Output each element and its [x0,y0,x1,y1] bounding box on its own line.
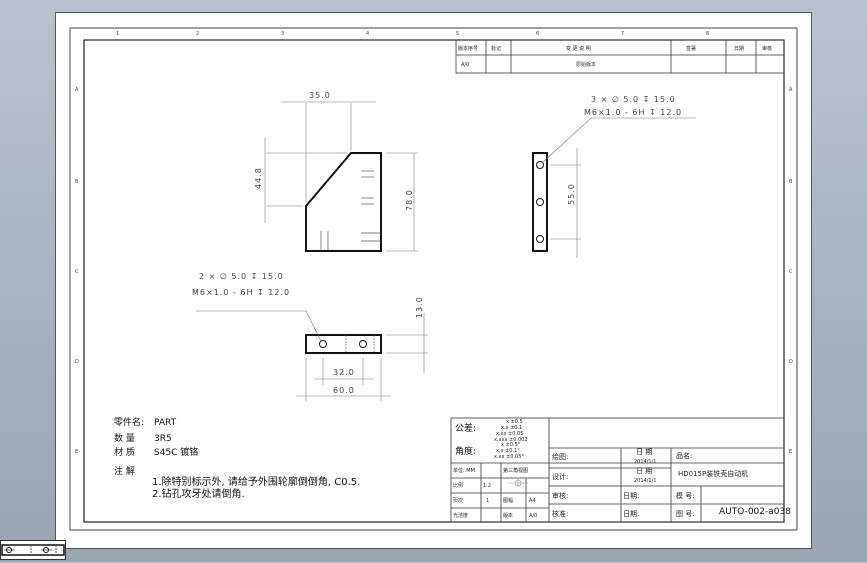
side-view [532,117,696,258]
part-qty-value: 3R5 [154,434,172,444]
border-letters-left: A B C D E [75,87,79,455]
scale-label: 比例 [453,482,463,489]
dim-front-height-total: 78.0 [405,189,414,211]
zone-letter: D [75,359,79,365]
rev-header-version: 版本序号 [458,45,478,52]
zone-letter: C [789,269,793,275]
rev-header-desc: 变 更 说 明 [566,45,591,52]
rev-header-date: 日期 [734,46,744,52]
part-name-label: 零件名: [114,416,144,428]
date-drawn: 2014/1/1 [634,459,656,465]
projection-label: 第三角视图 [503,467,528,474]
drawing-sheet: 1 2 3 4 5 6 7 8 A B C D E A B C D E 版本序号… [55,12,812,549]
zone-letter: A [789,87,793,93]
product-name-value: HD015P装铁壳自动机 [678,469,748,478]
part-name-value: PART [154,418,177,428]
reviewed-by-label: 审核: [552,491,568,500]
product-name-label: 品名: [676,451,692,460]
side-callout-thread: M6×1.0 - 6H ↧ 12.0 [584,108,682,117]
angle-label: 角度: [455,445,476,457]
drawing-number-label: 图 号: [676,510,695,518]
note-1: 1.除特别标示外, 请给予外围轮廓倒倒角, C0.5. [152,475,360,488]
pages-label: 页次 [453,497,463,504]
rev-header-mark: 标记 [491,45,501,52]
revision-table [455,39,785,74]
zone-number: 7 [621,31,624,37]
zone-number: 5 [456,31,459,37]
top-view [196,310,428,401]
finish-label: 光洁度 [453,512,468,519]
pages-value: 1 [486,498,489,504]
zone-number: 4 [366,31,369,37]
zone-number: 8 [706,31,709,37]
size-label: 图幅 [503,497,513,504]
zone-letter: B [75,179,79,185]
front-view [264,101,418,252]
notes-title: 注 解 [114,465,135,477]
dim-top-depth: 13.0 [415,296,424,318]
rev-version-value: A/0 [461,62,469,68]
approved-by-label: 核准: [552,509,568,518]
date-approved-label: 日期: [623,510,639,518]
zone-letter: D [789,359,793,365]
angle-value: x.xx ±0.05° [494,454,524,460]
part-qty-label: 数 量 [114,432,135,444]
dim-top-spacing: 32.0 [333,368,355,377]
designed-by-label: 设计: [552,472,568,481]
top-callout-holes: 2 × ∅ 5.0 ↧ 15.0 [199,272,284,281]
date-reviewed-label: 日期: [623,492,639,500]
version-value: A/0 [529,513,537,519]
side-callout-holes: 3 × ∅ 5.0 ↧ 15.0 [591,95,676,104]
zone-letter: A [75,87,79,93]
view-thumbnail[interactable] [0,540,66,560]
top-callout-thread: M6×1.0 - 6H ↧ 12.0 [192,288,290,297]
drawn-by-label: 绘图: [552,452,568,461]
border-letters-right: A B C D E [789,87,793,455]
date-header-2: 日 期 [636,467,652,475]
projection-symbol [508,479,528,487]
date-header: 日 期 [636,448,652,456]
part-material-label: 材 质 [114,446,135,458]
rev-desc-value: 原始版本 [576,61,596,68]
date-designed: 2014/1/1 [634,478,656,484]
zone-letter: C [75,269,79,275]
zone-letter: E [75,449,78,455]
border-numbers-top: 1 2 3 4 5 6 7 8 [116,31,709,37]
dim-top-length: 60.0 [333,386,355,395]
dim-front-width: 35.0 [309,91,331,100]
zone-letter: E [789,449,792,455]
unit-label: 单位: MM [453,467,475,474]
zone-number: 6 [536,31,539,37]
rev-header-sign: 签署 [686,45,696,52]
note-2: 2.钻孔攻牙处请倒角. [152,487,245,500]
zone-number: 1 [116,31,119,37]
drawing-number-value: AUTO-002-a038 [719,507,791,517]
size-value: A4 [529,498,536,504]
rev-header-review: 审核 [762,45,772,52]
zone-number: 2 [196,31,199,37]
version-label: 版本 [503,512,513,519]
model-label: 模 号: [676,491,695,500]
zone-number: 3 [281,31,284,37]
scale-value: 1:2 [483,483,491,489]
part-material-value: S45C 镀铬 [154,446,198,458]
zone-letter: B [789,179,793,185]
dim-side-height: 55.0 [567,183,576,205]
tolerance-label: 公差: [455,422,476,434]
dim-front-height-left: 44.8 [254,167,263,189]
thumbnail-part-icon [1,544,65,556]
